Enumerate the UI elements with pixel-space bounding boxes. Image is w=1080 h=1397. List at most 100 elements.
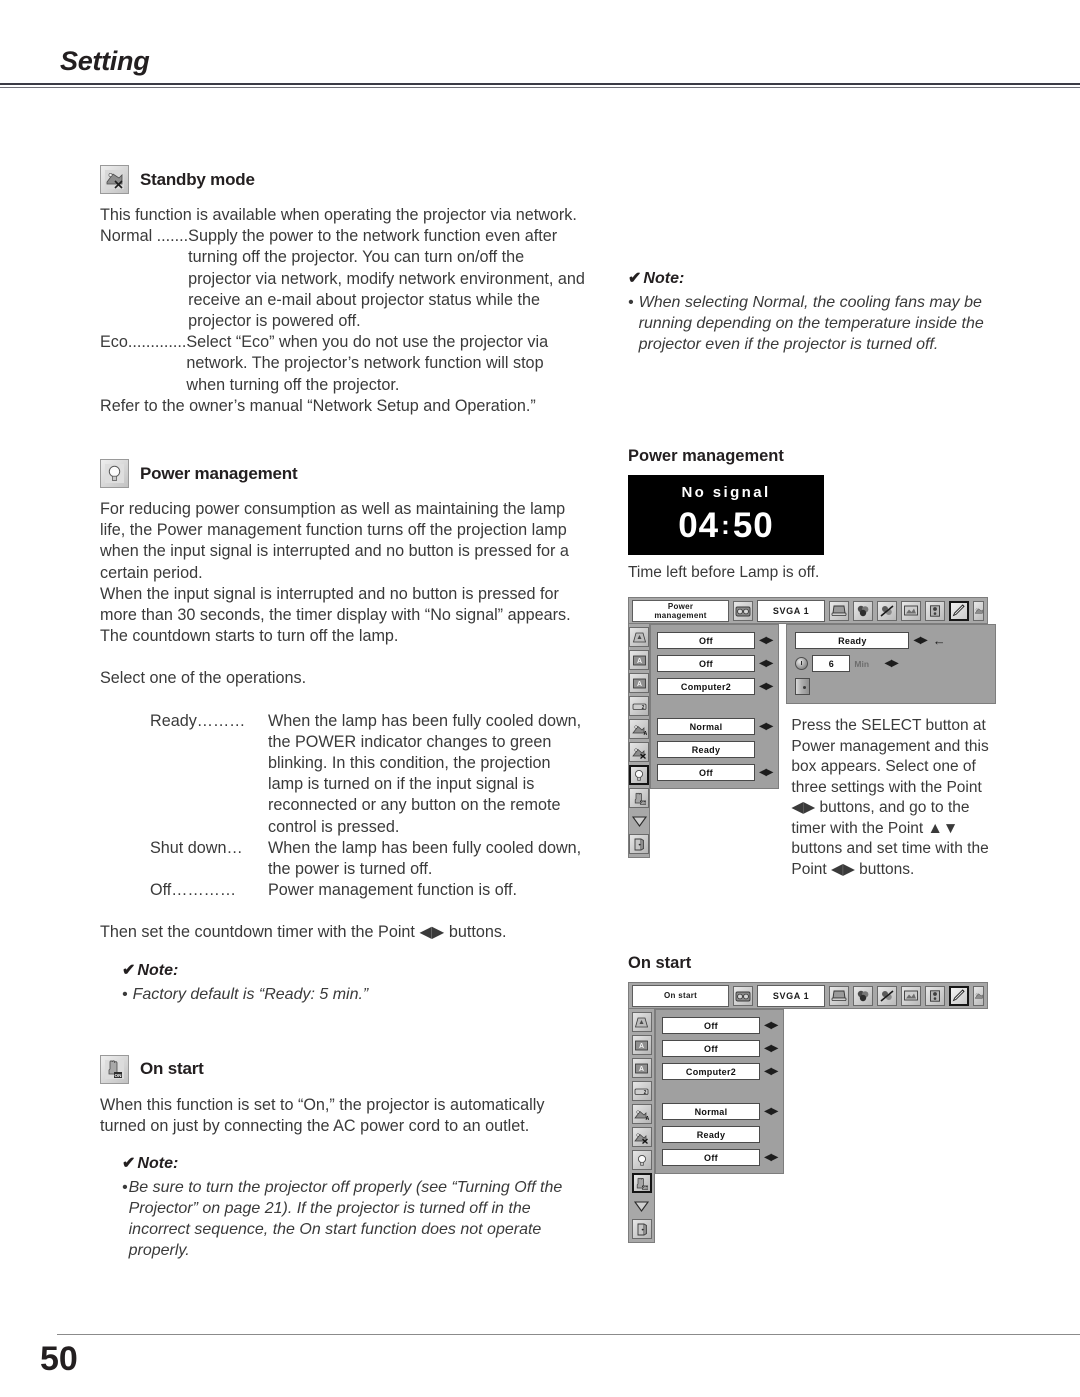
- osd-value[interactable]: Off: [657, 632, 755, 649]
- rear-icon[interactable]: A: [629, 673, 649, 693]
- point-arrows-icon[interactable]: ◀▶: [764, 1066, 778, 1077]
- sound-icon[interactable]: [925, 600, 945, 621]
- information-icon[interactable]: [973, 985, 984, 1006]
- osd-menu-name-text: On start: [664, 991, 698, 1000]
- section-power-management: Power management For reducing power cons…: [100, 459, 585, 1005]
- osd-value[interactable]: Ready: [662, 1126, 760, 1143]
- power-management-icon[interactable]: [629, 765, 649, 785]
- point-arrows-icon[interactable]: ◀▶: [764, 1152, 778, 1163]
- svg-text:ON: ON: [115, 1072, 123, 1077]
- osd-spacer: [657, 701, 772, 712]
- terminal-icon[interactable]: 2: [631, 1081, 652, 1101]
- osd-row[interactable]: Normal ◀▶: [657, 718, 773, 735]
- osd-row[interactable]: Ready: [657, 741, 772, 758]
- osd-value[interactable]: Off: [662, 1017, 760, 1034]
- standby-auto-icon[interactable]: A: [629, 719, 649, 739]
- popup-timer-value[interactable]: 6: [812, 655, 851, 672]
- osd-value[interactable]: Off: [657, 655, 755, 672]
- quit-icon[interactable]: [629, 834, 649, 854]
- header-divider-thin: [0, 87, 1080, 88]
- osd-row[interactable]: Off ◀▶: [657, 655, 773, 672]
- no-signal-osd-display: No signal 04:50: [628, 475, 824, 555]
- page-title: Setting: [60, 46, 150, 76]
- terminal-icon[interactable]: 2: [629, 696, 649, 716]
- osd-value[interactable]: Off: [662, 1040, 760, 1057]
- sound-icon[interactable]: [925, 985, 945, 1006]
- osd-value[interactable]: Ready: [657, 741, 755, 758]
- information-icon[interactable]: [973, 600, 984, 621]
- countdown-timer: 04:50: [628, 505, 824, 546]
- point-arrows-icon[interactable]: ◀▶: [759, 681, 773, 692]
- screen-icon[interactable]: [901, 985, 921, 1006]
- standby-mode-heading: Standby mode: [100, 165, 585, 194]
- keystone-icon[interactable]: [629, 627, 649, 647]
- osd-value[interactable]: Computer2: [657, 678, 755, 695]
- setting-icon[interactable]: [949, 600, 969, 621]
- keystone-icon[interactable]: [631, 1012, 652, 1032]
- pm-paragraph-1: For reducing power consumption as well a…: [100, 500, 569, 582]
- on-start-note-title: ✔ Note:: [122, 1153, 585, 1173]
- power-management-icon[interactable]: [631, 1150, 652, 1170]
- standby-mode-icon[interactable]: [631, 1127, 652, 1147]
- osd-row[interactable]: Off ◀▶: [662, 1149, 778, 1166]
- computer-input-icon[interactable]: [829, 600, 849, 621]
- standby-auto-icon[interactable]: A: [631, 1104, 652, 1124]
- point-arrows-icon[interactable]: ◀▶: [759, 767, 773, 778]
- pm-note-block: ✔ Note: • Factory default is “Ready: 5 mi…: [122, 960, 585, 1005]
- osd-row[interactable]: Off ◀▶: [662, 1017, 778, 1034]
- color-adjust-icon[interactable]: [853, 985, 873, 1006]
- setting-icon[interactable]: [949, 985, 969, 1006]
- osd-lower-area: A A 2 A ON Off ◀▶ Off ◀▶ Computer2 ◀▶ No…: [628, 624, 997, 880]
- osd-row[interactable]: Computer2 ◀▶: [662, 1063, 778, 1080]
- osd-row[interactable]: Ready: [662, 1126, 777, 1143]
- color-adjust-icon[interactable]: [853, 600, 873, 621]
- point-arrows-icon[interactable]: ◀▶: [759, 658, 773, 669]
- point-arrows-icon[interactable]: ◀▶: [764, 1106, 778, 1117]
- standby-mode-icon[interactable]: [629, 742, 649, 762]
- scroll-down-icon[interactable]: [632, 1196, 652, 1216]
- no-color-icon[interactable]: [877, 600, 897, 621]
- osd-top-bar: Power management SVGA 1: [628, 597, 988, 624]
- osd-settings-panel: Off ◀▶ Off ◀▶ Computer2 ◀▶ Normal ◀▶ Rea…: [655, 1009, 785, 1174]
- osd-value[interactable]: Normal: [662, 1103, 760, 1120]
- ceiling-icon[interactable]: A: [629, 650, 649, 670]
- osd-value[interactable]: Computer2: [662, 1063, 760, 1080]
- osd-value[interactable]: Off: [662, 1149, 760, 1166]
- ceiling-icon[interactable]: A: [631, 1035, 652, 1055]
- osd-row[interactable]: Computer2 ◀▶: [657, 678, 773, 695]
- popup-quit-row[interactable]: [795, 678, 987, 695]
- osd-row[interactable]: Normal ◀▶: [662, 1103, 778, 1120]
- screen-icon[interactable]: [901, 600, 921, 621]
- pm-options-list: Ready……… When the lamp has been fully co…: [150, 711, 585, 902]
- point-arrows-icon[interactable]: ◀▶: [759, 721, 773, 732]
- pm-para4-point-arrows: ◀▶: [419, 923, 445, 942]
- computer-input-icon[interactable]: [829, 985, 849, 1006]
- quit-icon[interactable]: [631, 1219, 652, 1239]
- osd-value[interactable]: Normal: [657, 718, 755, 735]
- rear-icon[interactable]: A: [631, 1058, 652, 1078]
- no-color-icon[interactable]: [877, 985, 897, 1006]
- pm-paragraph-4: Then set the countdown timer with the Po…: [100, 922, 585, 943]
- point-arrows-icon[interactable]: ◀▶: [913, 635, 927, 646]
- point-arrows-icon[interactable]: ◀▶: [764, 1043, 778, 1054]
- osd-row[interactable]: Off ◀▶: [662, 1040, 778, 1057]
- on-start-icon[interactable]: ON: [631, 1173, 652, 1193]
- scroll-down-icon[interactable]: [629, 811, 649, 831]
- svg-text:A: A: [639, 1066, 644, 1073]
- point-arrows-icon[interactable]: ◀▶: [759, 635, 773, 646]
- on-start-icon[interactable]: ON: [629, 788, 649, 808]
- popup-mode-value[interactable]: Ready: [795, 632, 910, 649]
- osd-row[interactable]: Off ◀▶: [657, 764, 773, 781]
- popup-timer-row[interactable]: 6 Min ◀▶: [795, 655, 987, 672]
- osd-row[interactable]: Off ◀▶: [657, 632, 773, 649]
- projector-icon[interactable]: [733, 600, 754, 621]
- pm-desc-a: Press the SELECT button at Power managem…: [791, 717, 989, 796]
- point-arrows-icon[interactable]: ◀▶: [764, 1020, 778, 1031]
- pm-para4-text-b: buttons.: [444, 923, 507, 942]
- osd-value[interactable]: Off: [657, 764, 755, 781]
- quit-icon[interactable]: [795, 678, 811, 695]
- popup-mode-row[interactable]: Ready ◀▶ ←: [795, 632, 987, 649]
- point-arrows-icon[interactable]: ◀▶: [884, 658, 898, 669]
- page-number: 50: [40, 1340, 78, 1378]
- projector-icon[interactable]: [733, 985, 754, 1006]
